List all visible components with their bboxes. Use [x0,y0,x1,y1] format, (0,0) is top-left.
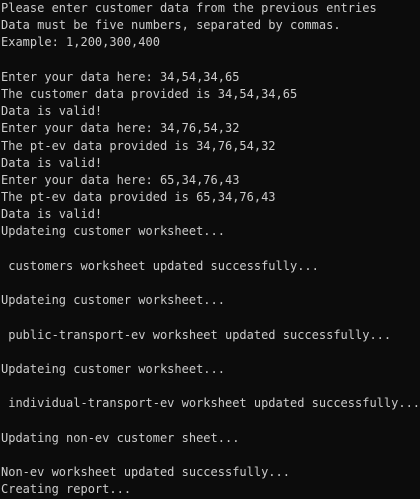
output-line: customers worksheet updated successfully… [1,258,319,273]
output-line: Enter your data here: 34,54,34,65 [1,69,240,84]
output-line: Example: 1,200,300,400 [1,35,160,50]
output-line: Data is valid! [1,207,103,222]
output-line: The pt-ev data provided is 34,76,54,32 [1,138,276,153]
terminal-output[interactable]: Please enter customer data from the prev… [0,0,420,499]
output-line: individual-transport-ev worksheet update… [1,396,420,411]
output-line: Updateing customer worksheet... [1,361,225,376]
output-line: The customer data provided is 34,54,34,6… [1,86,298,101]
output-line: Enter your data here: 34,76,54,32 [1,121,240,136]
output-line: The pt-ev data provided is 65,34,76,43 [1,190,276,205]
output-line: Please enter customer data from the prev… [1,1,377,15]
output-line: Non-ev worksheet updated successfully... [1,465,290,480]
output-line: Data is valid! [1,104,103,119]
output-line: Creating report... [1,482,132,497]
output-line: Updating non-ev customer sheet... [1,430,240,445]
output-line: Updateing customer worksheet... [1,293,225,308]
output-line: Data is valid! [1,155,103,170]
output-line: public-transport-ev worksheet updated su… [1,327,392,342]
output-line: Updateing customer worksheet... [1,224,225,239]
output-line: Enter your data here: 65,34,76,43 [1,172,240,187]
output-line: Data must be five numbers, separated by … [1,18,341,33]
